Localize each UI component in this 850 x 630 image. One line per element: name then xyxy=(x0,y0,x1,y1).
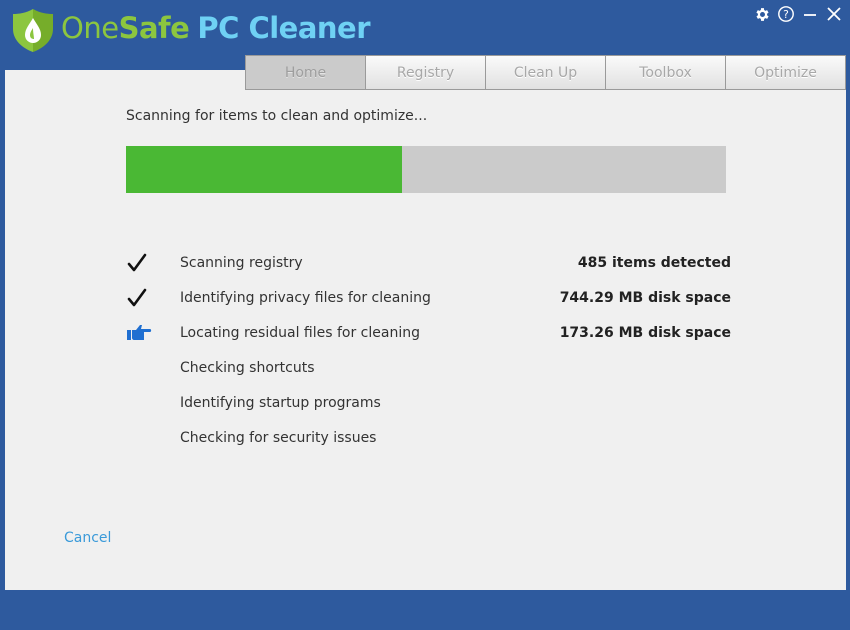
brand-safe: Safe xyxy=(118,11,190,45)
brand-product: PC Cleaner xyxy=(197,11,371,45)
task-label: Locating residual files for cleaning xyxy=(180,324,420,341)
window-controls: ? xyxy=(752,3,844,25)
shield-drop-icon xyxy=(13,9,53,52)
task-shortcuts: Checking shortcuts xyxy=(126,350,731,385)
task-label: Checking for security issues xyxy=(180,429,377,446)
pointing-hand-icon xyxy=(127,324,152,340)
task-result: 485 items detected xyxy=(577,254,731,271)
title-bar: OneSafe PC Cleaner ? xyxy=(0,0,850,55)
tab-home[interactable]: Home xyxy=(245,55,366,90)
tab-registry[interactable]: Registry xyxy=(366,55,486,90)
close-icon[interactable] xyxy=(824,3,844,25)
task-result: 173.26 MB disk space xyxy=(559,324,731,341)
svg-text:?: ? xyxy=(783,8,789,21)
task-label: Identifying privacy files for cleaning xyxy=(180,289,431,306)
scan-progress-fill xyxy=(126,146,402,193)
task-startup-programs: Identifying startup programs xyxy=(126,385,731,420)
task-security-issues: Checking for security issues xyxy=(126,420,731,455)
gear-icon[interactable] xyxy=(752,3,772,25)
help-icon[interactable]: ? xyxy=(776,3,796,25)
scan-task-list: Scanning registry 485 items detected Ide… xyxy=(126,245,731,455)
brand-one: One xyxy=(61,11,119,45)
task-scanning-registry: Scanning registry 485 items detected xyxy=(126,245,731,280)
task-privacy-files: Identifying privacy files for cleaning 7… xyxy=(126,280,731,315)
scan-progress-bar xyxy=(126,146,726,193)
task-label: Checking shortcuts xyxy=(180,359,315,376)
tab-optimize[interactable]: Optimize xyxy=(726,55,846,90)
task-label: Scanning registry xyxy=(180,254,303,271)
minimize-icon[interactable] xyxy=(800,3,820,25)
task-residual-files: Locating residual files for cleaning 173… xyxy=(126,315,731,350)
main-tabs: Home Registry Clean Up Toolbox Optimize xyxy=(245,55,846,90)
app-title: OneSafe PC Cleaner xyxy=(61,8,371,48)
scan-status-text: Scanning for items to clean and optimize… xyxy=(126,108,428,124)
content-panel: Scanning for items to clean and optimize… xyxy=(5,70,846,590)
cancel-link[interactable]: Cancel xyxy=(64,530,111,546)
task-result: 744.29 MB disk space xyxy=(559,289,731,306)
checkmark-icon xyxy=(127,288,147,306)
task-label: Identifying startup programs xyxy=(180,394,381,411)
checkmark-icon xyxy=(127,253,147,271)
tab-toolbox[interactable]: Toolbox xyxy=(606,55,726,90)
tab-clean-up[interactable]: Clean Up xyxy=(486,55,606,90)
